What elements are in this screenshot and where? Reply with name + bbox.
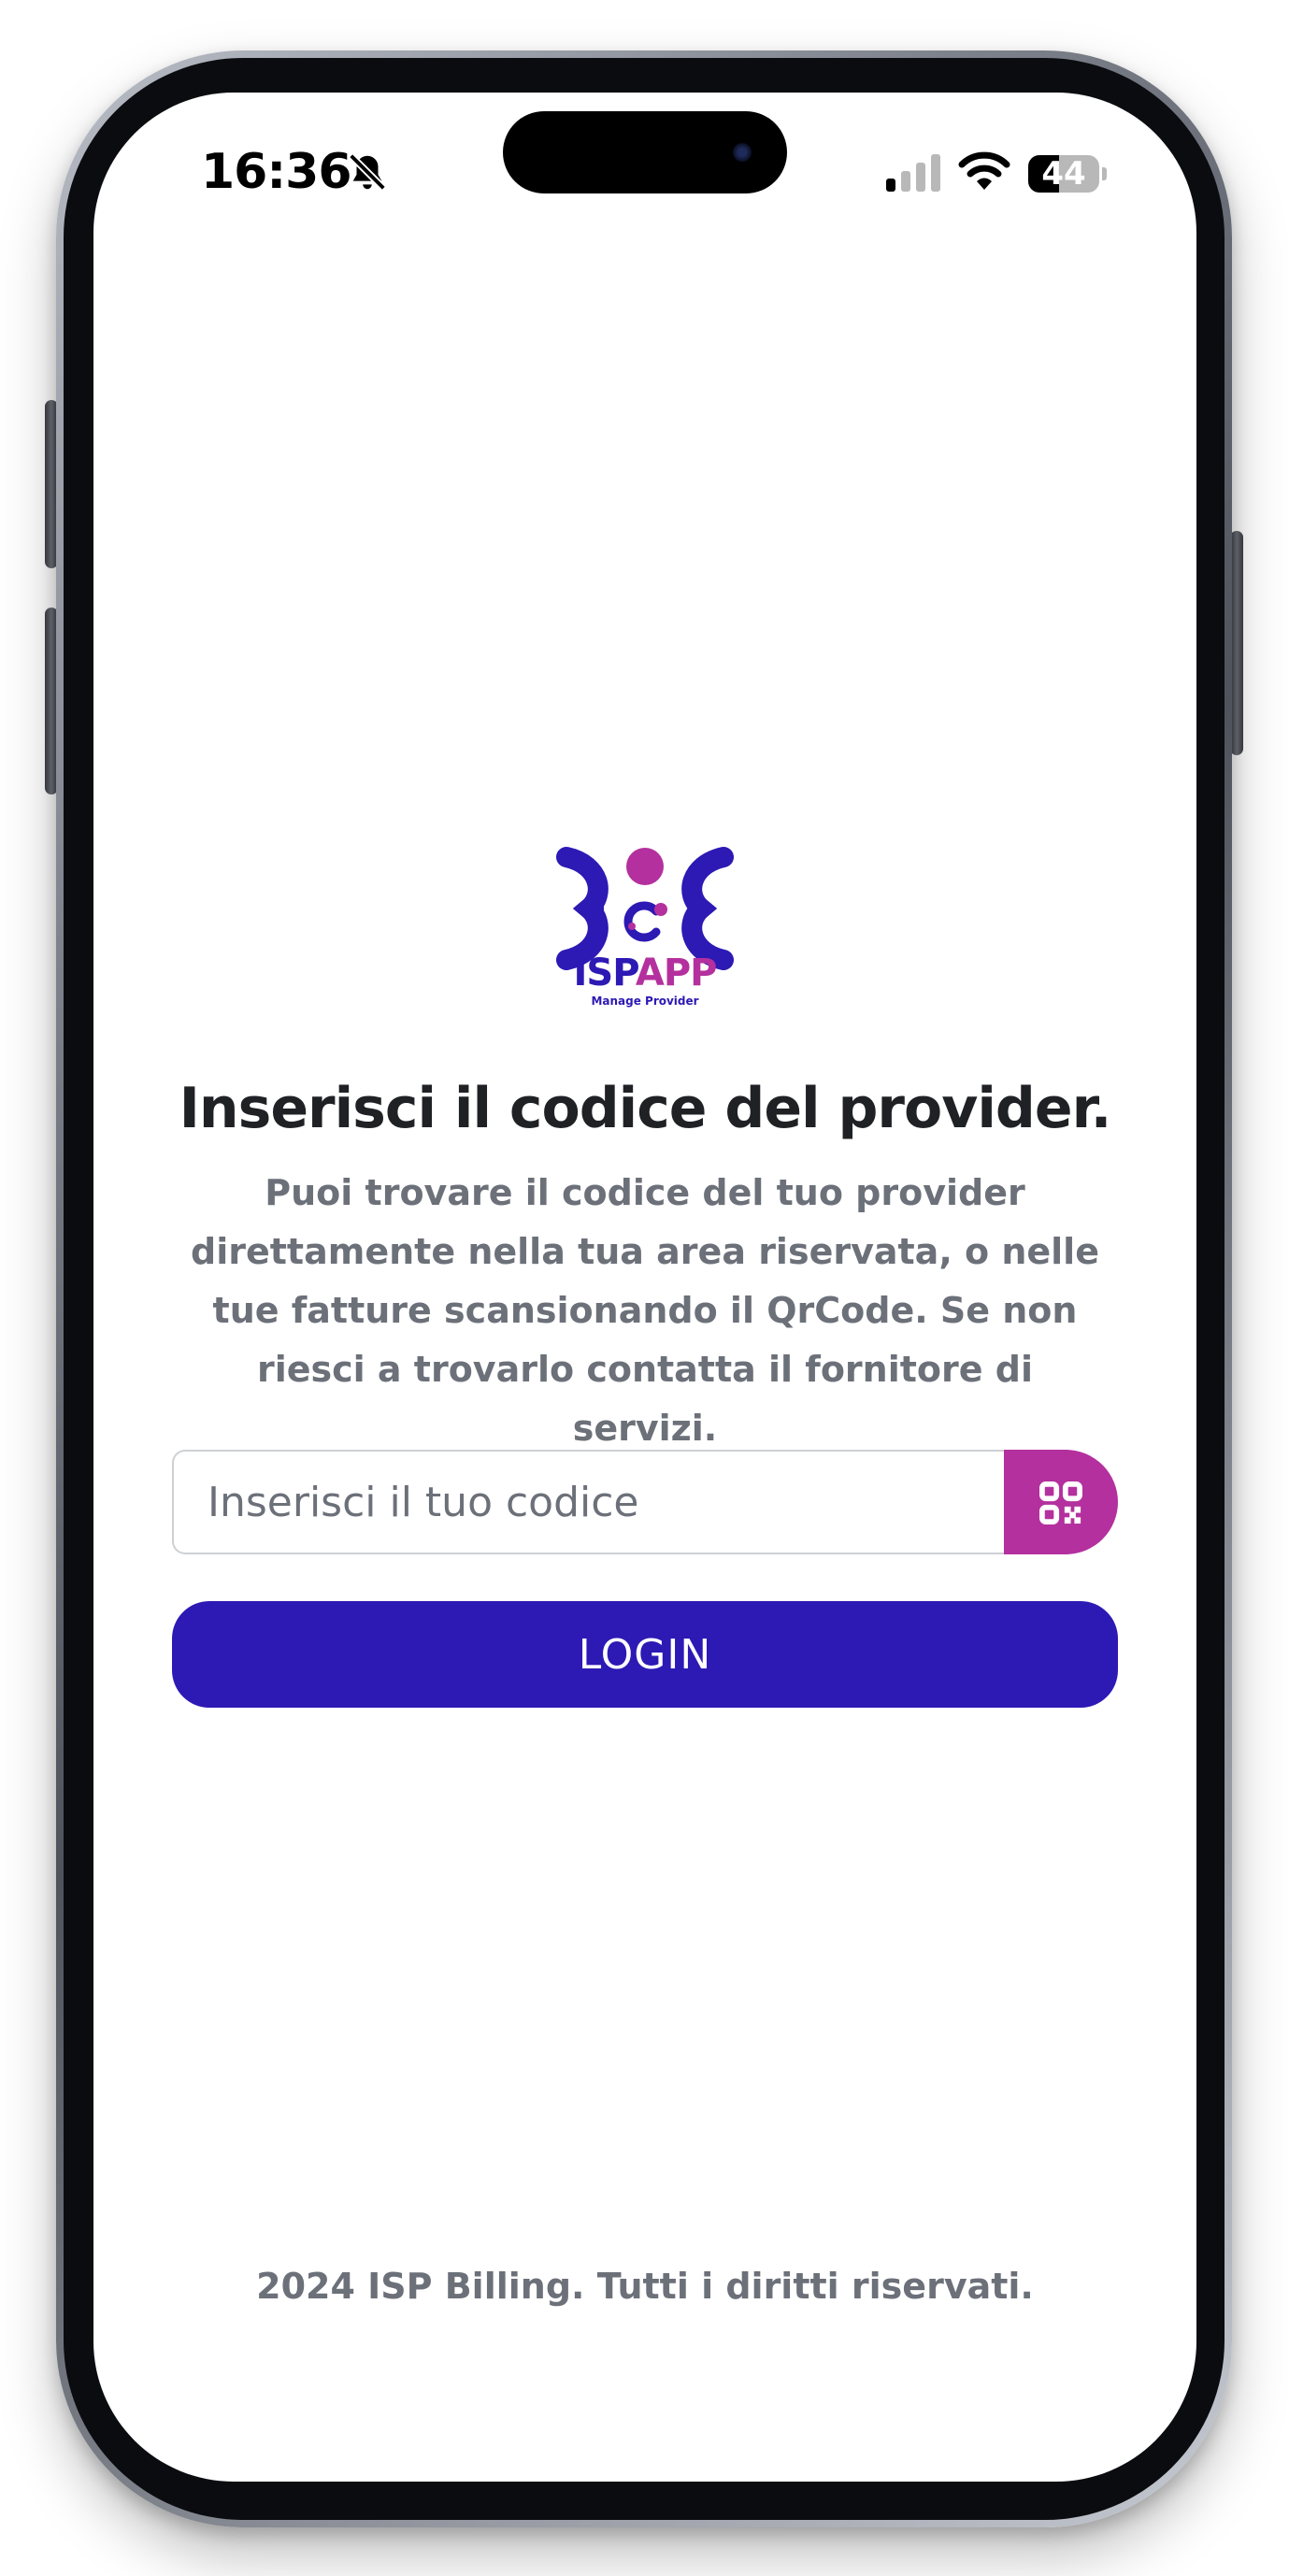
page-description: Puoi trovare il codice del tuo provider … [191, 1172, 1099, 1449]
signal-bar [901, 171, 910, 192]
power-button [1230, 531, 1243, 755]
dynamic-island [503, 111, 787, 193]
bell-slash-icon [349, 153, 386, 191]
signal-icon [886, 154, 940, 192]
logo-wordmark: ISPAPP [93, 954, 1196, 992]
logo-tagline: Manage Provider [591, 995, 699, 1008]
qr-code-icon [1039, 1481, 1082, 1524]
battery-tip [1102, 167, 1107, 180]
page-title: Inserisci il codice del provider. [179, 1076, 1112, 1141]
signal-bar [916, 163, 925, 192]
logo-wordmark-primary: ISP [573, 952, 637, 995]
logo-wordmark-accent: APP [635, 952, 718, 995]
login-button[interactable]: LOGIN [172, 1601, 1118, 1708]
camera-icon [733, 143, 752, 162]
signal-bar [931, 154, 940, 192]
provider-code-input-group [172, 1450, 1118, 1554]
provider-code-input[interactable] [172, 1450, 1006, 1554]
app-screen: 16:36 44 ISPAPP Manage Provider Inserisc… [93, 93, 1196, 2482]
battery-level: 44 [1041, 155, 1086, 193]
battery-icon: 44 [1028, 155, 1107, 193]
device-mockup: 16:36 44 ISPAPP Manage Provider Inserisc… [0, 0, 1289, 2576]
footer-copyright: 2024 ISP Billing. Tutti i diritti riserv… [256, 2266, 1034, 2307]
status-time: 16:36 [201, 144, 352, 200]
signal-bar [886, 179, 895, 192]
wifi-icon [958, 151, 1010, 190]
battery-body: 44 [1028, 155, 1099, 193]
qr-scan-button[interactable] [1004, 1450, 1118, 1554]
